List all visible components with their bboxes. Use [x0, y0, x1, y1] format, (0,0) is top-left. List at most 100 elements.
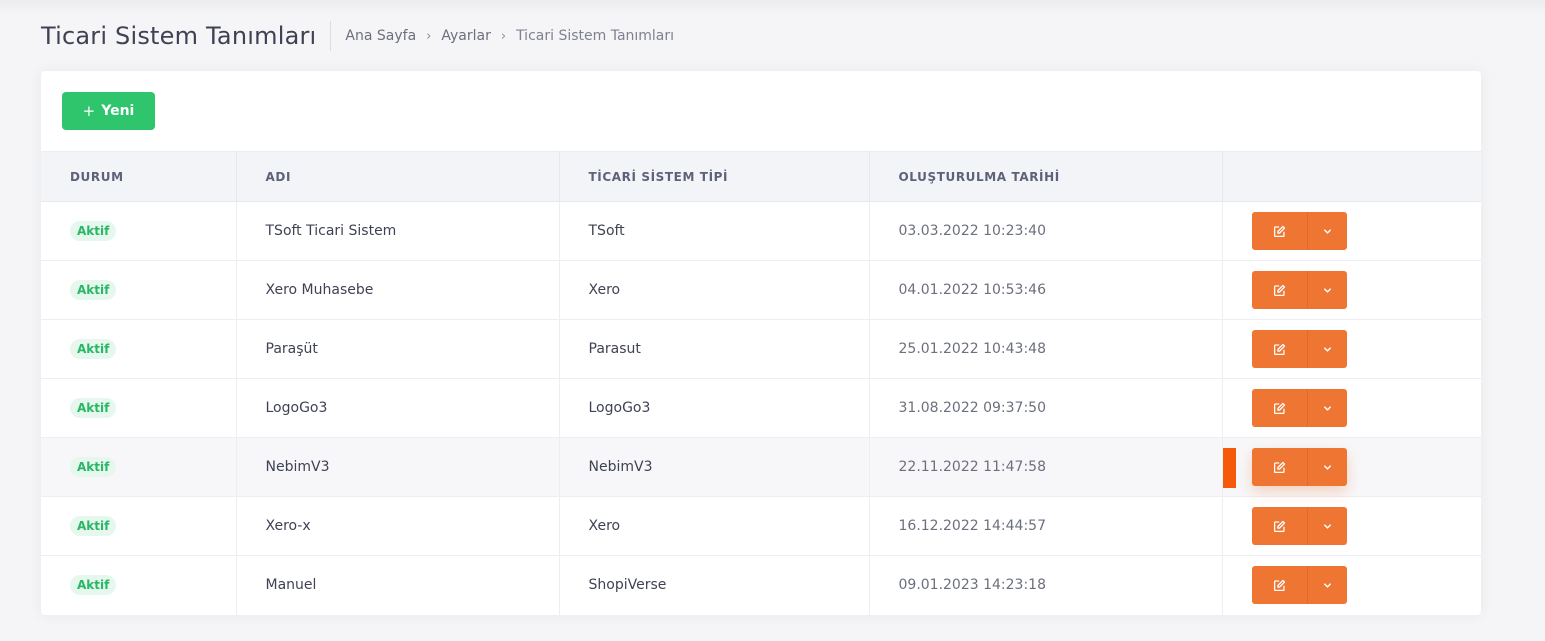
- breadcrumb: Ana Sayfa › Ayarlar › Ticari Sistem Tanı…: [345, 28, 674, 44]
- edit-button[interactable]: [1251, 566, 1308, 605]
- row-actions: [1251, 271, 1482, 309]
- name-cell: Xero Muhasebe: [236, 260, 560, 320]
- name-cell: NebimV3: [236, 437, 560, 497]
- action-button-group: [1251, 566, 1347, 605]
- commercial-systems-table: DURUM ADI TİCARİ SİSTEM TİPİ OLUŞTURULMA…: [41, 151, 1481, 615]
- type-cell: ShopiVerse: [559, 555, 870, 615]
- row-actions: [1251, 330, 1482, 368]
- column-header-status[interactable]: DURUM: [41, 151, 237, 202]
- row-actions: [1251, 389, 1482, 427]
- actions-cell: [1222, 437, 1481, 497]
- actions-cell: [1222, 378, 1482, 438]
- status-badge: Aktif: [70, 339, 117, 359]
- action-button-group: [1251, 212, 1347, 250]
- status-badge: Aktif: [70, 221, 117, 241]
- edit-button[interactable]: [1251, 330, 1308, 368]
- table-row: Aktif Paraşüt Parasut 25.01.2022 10:43:4…: [41, 319, 1482, 379]
- status-cell: Aktif: [41, 201, 237, 261]
- status-cell: Aktif: [41, 555, 237, 615]
- top-shadow: [0, 0, 1545, 14]
- actions-dropdown-button[interactable]: [1307, 330, 1347, 368]
- chevron-down-icon: [1322, 285, 1333, 296]
- status-cell: Aktif: [41, 437, 237, 497]
- edit-icon: [1273, 402, 1286, 415]
- type-cell: LogoGo3: [559, 378, 870, 438]
- action-button-group: [1251, 389, 1347, 427]
- created-date-cell: 16.12.2022 14:44:57: [869, 496, 1223, 556]
- action-button-group: [1251, 448, 1347, 486]
- column-header-actions: [1222, 151, 1481, 202]
- chevron-down-icon: [1322, 462, 1333, 473]
- edit-button[interactable]: [1251, 448, 1308, 486]
- type-cell: TSoft: [559, 201, 870, 261]
- actions-dropdown-button[interactable]: [1307, 212, 1347, 250]
- type-cell: Xero: [559, 260, 870, 320]
- row-actions: [1251, 566, 1482, 605]
- row-actions: [1251, 212, 1482, 250]
- action-button-group: [1251, 330, 1347, 368]
- edit-icon: [1273, 225, 1286, 238]
- action-button-group: [1251, 271, 1347, 309]
- page-title: Ticari Sistem Tanımları: [41, 22, 317, 50]
- breadcrumb-home[interactable]: Ana Sayfa: [345, 28, 416, 44]
- table-row: Aktif TSoft Ticari Sistem TSoft 03.03.20…: [41, 201, 1482, 261]
- column-header-name[interactable]: ADI: [236, 151, 560, 202]
- actions-dropdown-button[interactable]: [1307, 271, 1347, 309]
- toolbar: + Yeni: [41, 71, 1481, 151]
- edit-button[interactable]: [1251, 507, 1308, 545]
- status-cell: Aktif: [41, 260, 237, 320]
- actions-cell: [1222, 319, 1482, 379]
- status-cell: Aktif: [41, 319, 237, 379]
- column-header-type[interactable]: TİCARİ SİSTEM TİPİ: [559, 151, 870, 202]
- table-row: Aktif Xero Muhasebe Xero 04.01.2022 10:5…: [41, 260, 1482, 320]
- created-date-cell: 22.11.2022 11:47:58: [869, 437, 1223, 497]
- table-row: Aktif NebimV3 NebimV3 22.11.2022 11:47:5…: [41, 437, 1481, 497]
- type-cell: NebimV3: [559, 437, 870, 497]
- name-cell: TSoft Ticari Sistem: [236, 201, 560, 261]
- row-actions: [1251, 507, 1482, 545]
- actions-cell: [1222, 496, 1482, 556]
- actions-cell: [1222, 556, 1481, 615]
- status-badge: Aktif: [70, 280, 117, 300]
- edit-icon: [1273, 520, 1286, 533]
- header-divider: [330, 21, 332, 51]
- table-row: Aktif Xero-x Xero 16.12.2022 14:44:57: [41, 496, 1482, 556]
- chevron-right-icon: ›: [426, 28, 432, 44]
- created-date-cell: 31.08.2022 09:37:50: [869, 378, 1223, 438]
- plus-icon: +: [82, 102, 96, 120]
- new-button[interactable]: + Yeni: [62, 92, 155, 130]
- actions-dropdown-button[interactable]: [1307, 448, 1347, 486]
- column-header-created[interactable]: OLUŞTURULMA TARİHİ: [869, 151, 1223, 202]
- edit-button[interactable]: [1251, 271, 1308, 309]
- breadcrumb-settings[interactable]: Ayarlar: [441, 28, 490, 44]
- edit-icon: [1273, 461, 1286, 474]
- new-button-label: Yeni: [101, 103, 135, 119]
- breadcrumb-current: Ticari Sistem Tanımları: [516, 28, 675, 44]
- actions-dropdown-button[interactable]: [1307, 389, 1347, 427]
- name-cell: Manuel: [236, 555, 560, 615]
- actions-dropdown-button[interactable]: [1307, 507, 1347, 545]
- status-badge: Aktif: [70, 398, 117, 418]
- table-row: Aktif LogoGo3 LogoGo3 31.08.2022 09:37:5…: [41, 378, 1482, 438]
- table-row: Aktif Manuel ShopiVerse 09.01.2023 14:23…: [41, 555, 1481, 615]
- status-cell: Aktif: [41, 496, 237, 556]
- edit-icon: [1273, 343, 1286, 356]
- created-date-cell: 03.03.2022 10:23:40: [869, 201, 1223, 261]
- actions-cell: [1222, 260, 1482, 320]
- created-date-cell: 25.01.2022 10:43:48: [869, 319, 1223, 379]
- actions-cell: [1222, 201, 1482, 261]
- edit-icon: [1273, 579, 1286, 592]
- hover-indicator: [1222, 448, 1236, 488]
- edit-icon: [1273, 284, 1286, 297]
- edit-button[interactable]: [1251, 389, 1308, 427]
- chevron-down-icon: [1322, 226, 1333, 237]
- chevron-right-icon: ›: [500, 28, 507, 44]
- created-date-cell: 04.01.2022 10:53:46: [869, 260, 1223, 320]
- action-button-group: [1251, 507, 1347, 545]
- actions-dropdown-button[interactable]: [1307, 566, 1347, 605]
- status-badge: Aktif: [70, 575, 117, 596]
- type-cell: Parasut: [559, 319, 870, 379]
- edit-button[interactable]: [1251, 212, 1308, 250]
- name-cell: Paraşüt: [236, 319, 560, 379]
- chevron-down-icon: [1322, 580, 1333, 591]
